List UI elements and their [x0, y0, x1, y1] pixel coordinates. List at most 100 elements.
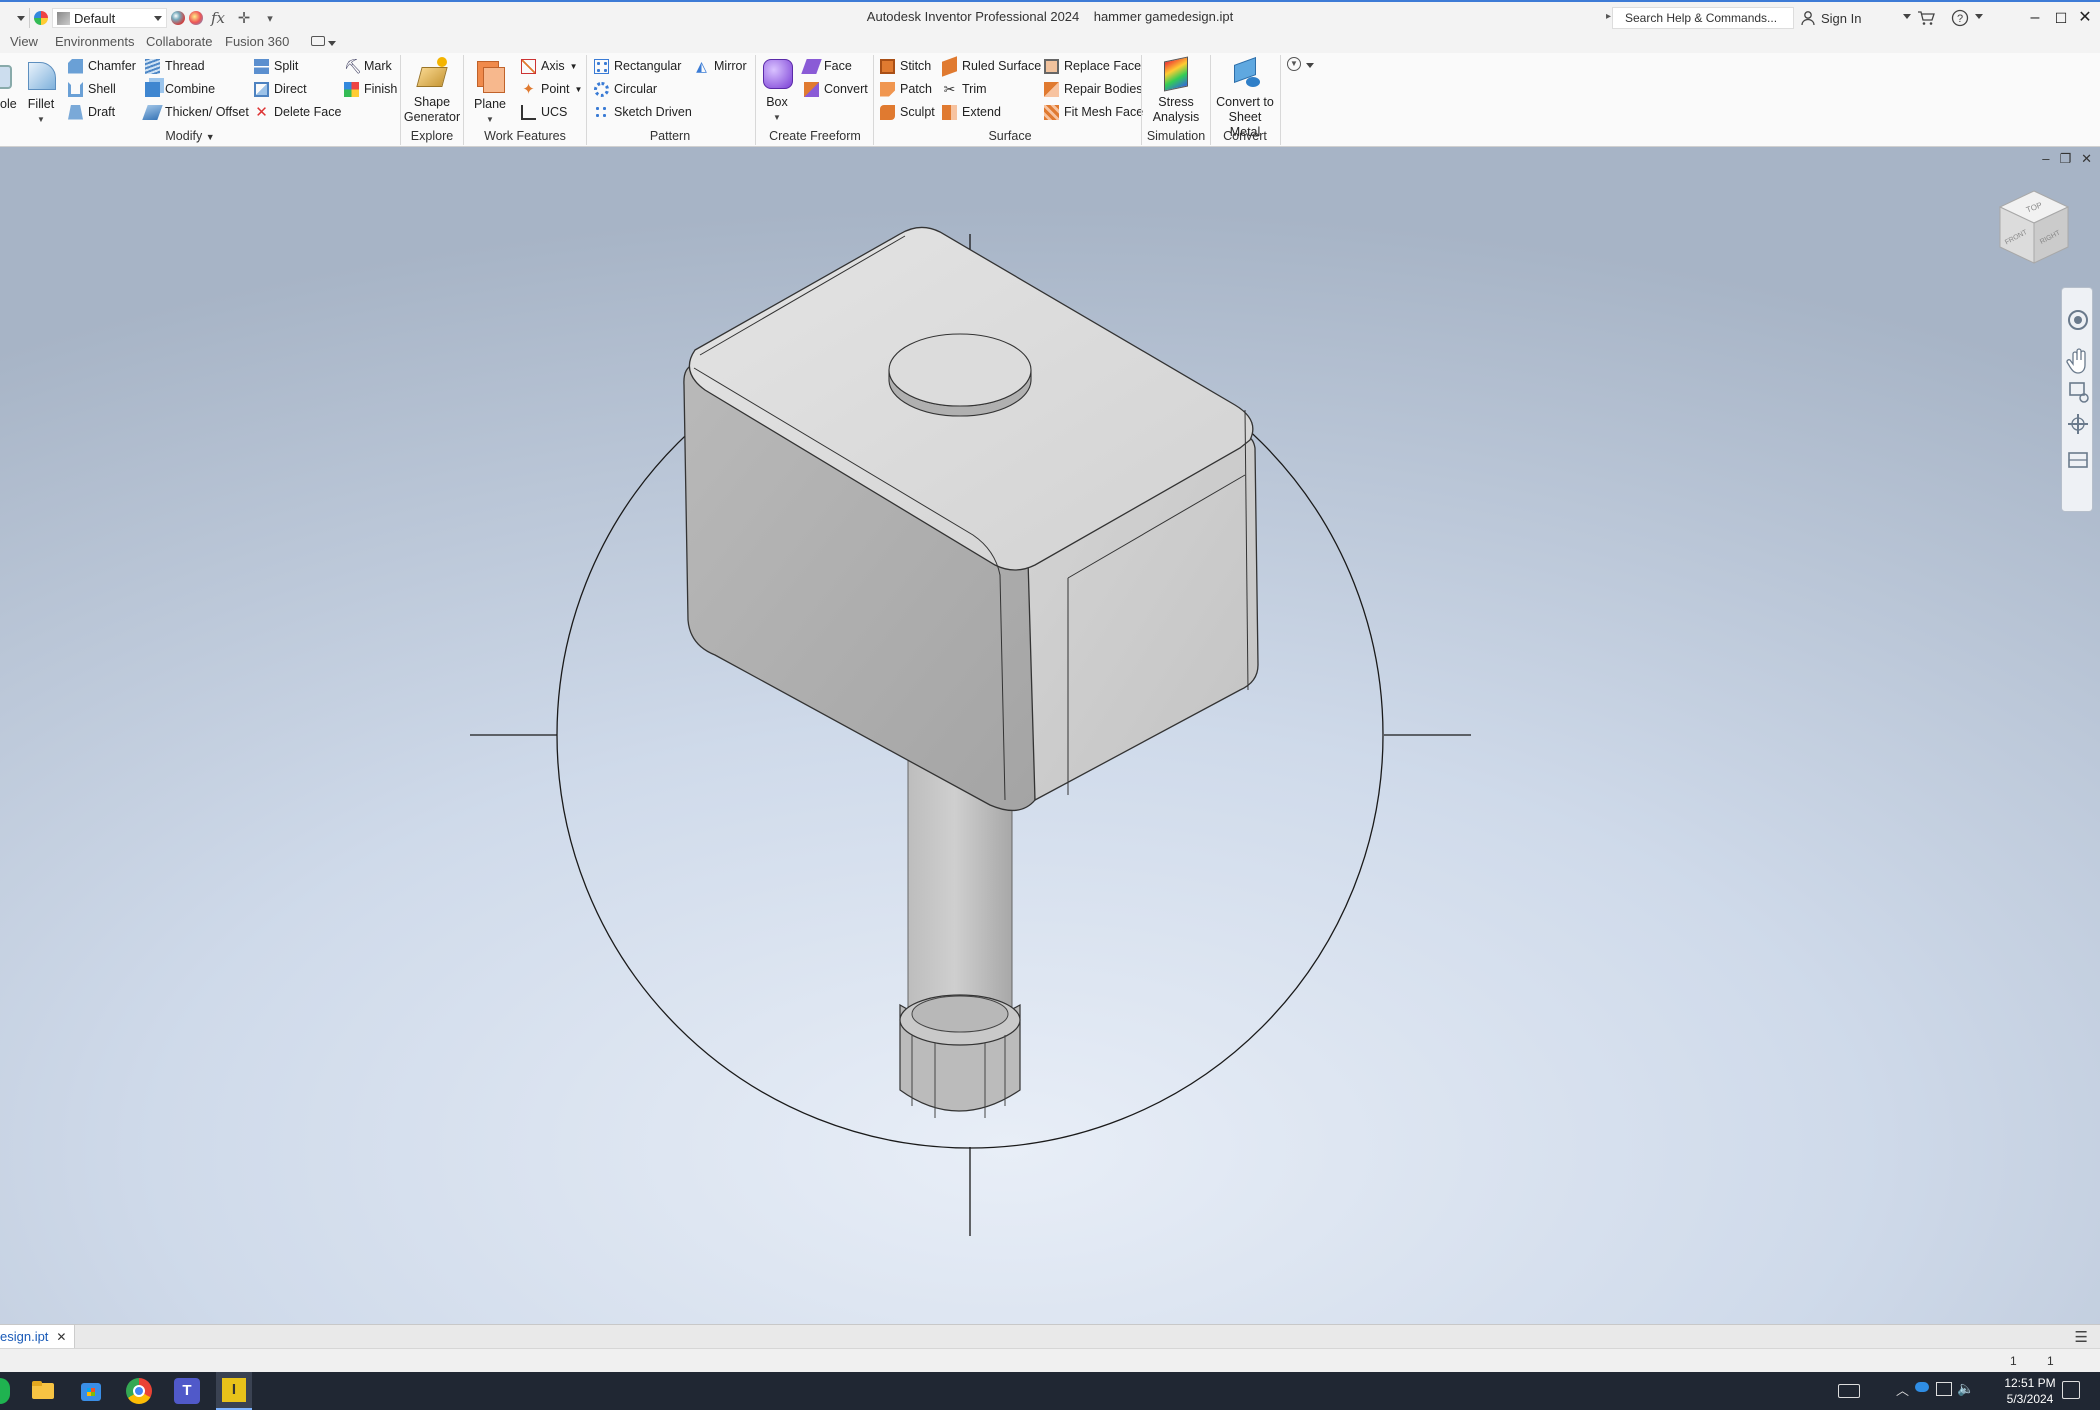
- customize-qat-icon[interactable]: ▾: [259, 12, 281, 25]
- chevron-down-icon: [154, 15, 162, 21]
- stress-analysis-button[interactable]: Stress Analysis: [1144, 56, 1208, 125]
- volume-icon[interactable]: 🔈: [1957, 1380, 1974, 1397]
- plane-label: Plane: [474, 97, 506, 111]
- repair-bodies-button[interactable]: Repair Bodies: [1044, 79, 1143, 99]
- panel-divider: [873, 55, 874, 145]
- fillet-button[interactable]: Fillet ▼: [22, 59, 60, 127]
- sign-in-button[interactable]: Sign In: [1800, 8, 1861, 28]
- delete-face-icon: ✕: [255, 103, 268, 121]
- file-explorer-icon[interactable]: [30, 1378, 56, 1404]
- stress-label-2: Analysis: [1152, 110, 1200, 124]
- extend-label: Extend: [962, 105, 1001, 119]
- ribbon-options-icon[interactable]: ▼: [1287, 57, 1301, 71]
- ribbon: ole Fillet ▼ Chamfer Shell Draft Thread …: [0, 53, 2100, 147]
- thicken-offset-button[interactable]: Thicken/ Offset: [142, 102, 249, 122]
- chevron-down-icon[interactable]: [1306, 63, 1314, 68]
- stitch-label: Stitch: [900, 59, 932, 73]
- repair-bodies-label: Repair Bodies: [1064, 82, 1143, 96]
- tab-view[interactable]: View: [10, 34, 38, 49]
- extend-button[interactable]: Extend: [942, 102, 1001, 122]
- circular-pattern-label: Circular: [614, 82, 658, 96]
- tab-collaborate[interactable]: Collaborate: [146, 34, 213, 49]
- rectangular-pattern-button[interactable]: Rectangular: [594, 56, 681, 76]
- start-partial-icon[interactable]: [0, 1378, 10, 1404]
- split-button[interactable]: Split: [254, 56, 298, 76]
- finish-button[interactable]: Finish: [344, 79, 397, 99]
- plus-icon[interactable]: ✛: [233, 9, 255, 27]
- shape-generator-button[interactable]: Shape Generator: [403, 57, 461, 125]
- panel-explore: Explore: [410, 129, 454, 143]
- help-icon[interactable]: ?: [1951, 9, 1969, 27]
- chrome-icon[interactable]: [126, 1378, 152, 1404]
- box-button[interactable]: Box ▼: [758, 57, 796, 125]
- graphics-viewport[interactable]: – ❐ ✕ TOP FRONT RIGHT: [0, 147, 2100, 1324]
- point-button[interactable]: ✦ Point ▼: [521, 79, 582, 99]
- keyboard-icon[interactable]: [1838, 1384, 1860, 1398]
- chevron-down-icon[interactable]: [328, 41, 336, 46]
- face-button[interactable]: Face: [801, 56, 852, 76]
- close-icon[interactable]: ✕: [2070, 4, 2100, 32]
- ruled-surface-button[interactable]: Ruled Surface: [942, 55, 1041, 77]
- panel-work-features: Work Features: [484, 129, 566, 143]
- shape-generator-label-1: Shape: [413, 95, 451, 109]
- plane-icon: [473, 59, 507, 93]
- axis-button[interactable]: Axis ▼: [521, 56, 578, 76]
- mirror-button[interactable]: ◭ Mirror: [694, 56, 747, 76]
- combine-button[interactable]: Combine: [145, 79, 215, 99]
- panel-divider: [1210, 55, 1211, 145]
- chevron-down-icon: ▼: [574, 84, 583, 94]
- onedrive-icon[interactable]: [1915, 1382, 1929, 1392]
- qat-dropdown[interactable]: [0, 8, 30, 28]
- adjust-icon[interactable]: [171, 11, 185, 25]
- chevron-right-icon[interactable]: ▸: [1606, 11, 1611, 22]
- draft-button[interactable]: Draft: [68, 102, 115, 122]
- plane-button[interactable]: Plane ▼: [470, 59, 510, 127]
- replace-face-button[interactable]: Replace Face: [1044, 56, 1141, 76]
- circular-pattern-button[interactable]: Circular: [594, 79, 657, 99]
- chamfer-button[interactable]: Chamfer: [68, 56, 136, 76]
- mark-button[interactable]: ⛏ Mark: [344, 56, 392, 76]
- stitch-button[interactable]: Stitch: [880, 56, 931, 76]
- thread-button[interactable]: Thread: [145, 56, 205, 76]
- trim-button[interactable]: ✂ Trim: [942, 79, 987, 99]
- convert-sheet-metal-button[interactable]: Convert to Sheet Metal: [1212, 56, 1278, 140]
- partial-tool-button[interactable]: ole: [0, 59, 17, 112]
- parameters-icon[interactable]: fx: [207, 9, 229, 27]
- panel-modify[interactable]: Modify ▼: [120, 129, 260, 143]
- search-input[interactable]: Search Help & Commands...: [1612, 7, 1794, 29]
- delete-face-button[interactable]: ✕ Delete Face: [254, 102, 341, 122]
- hammer-model[interactable]: [0, 147, 2100, 1324]
- document-tab[interactable]: esign.ipt ✕: [0, 1325, 76, 1348]
- clear-appearance-icon[interactable]: [189, 11, 203, 25]
- rectangular-pattern-label: Rectangular: [614, 59, 682, 73]
- tab-environments[interactable]: Environments: [55, 34, 134, 49]
- sketch-driven-label: Sketch Driven: [614, 105, 692, 119]
- replace-face-label: Replace Face: [1064, 59, 1142, 73]
- inventor-icon: I: [222, 1378, 246, 1402]
- freeform-convert-button[interactable]: Convert: [804, 79, 868, 99]
- material-icon[interactable]: [34, 11, 48, 25]
- chevron-down-icon[interactable]: [1975, 14, 1983, 19]
- inventor-taskbar-button[interactable]: I: [216, 1372, 252, 1410]
- teams-icon[interactable]: T: [174, 1378, 200, 1404]
- appearance-select[interactable]: Default: [52, 8, 167, 28]
- panel-toggle-icon[interactable]: [311, 36, 325, 46]
- network-icon[interactable]: [1936, 1382, 1952, 1396]
- chevron-up-icon[interactable]: ︿: [1896, 1380, 1909, 1399]
- direct-button[interactable]: Direct: [254, 79, 307, 99]
- microsoft-store-icon[interactable]: [78, 1378, 104, 1404]
- sketch-driven-button[interactable]: Sketch Driven: [594, 102, 692, 122]
- sculpt-button[interactable]: Sculpt: [880, 102, 935, 122]
- cart-icon[interactable]: [1917, 9, 1935, 27]
- tab-fusion-360[interactable]: Fusion 360: [225, 34, 289, 49]
- ucs-button[interactable]: UCS: [521, 102, 567, 122]
- hamburger-menu-icon[interactable]: ☰: [2075, 1328, 2088, 1346]
- chevron-down-icon[interactable]: [1903, 14, 1911, 19]
- document-tab-label: esign.ipt: [0, 1329, 49, 1344]
- notifications-icon[interactable]: [2062, 1381, 2080, 1399]
- shell-button[interactable]: Shell: [68, 79, 116, 99]
- patch-button[interactable]: Patch: [880, 79, 932, 99]
- trim-label: Trim: [962, 82, 987, 96]
- close-tab-icon[interactable]: ✕: [56, 1330, 66, 1344]
- fit-mesh-face-button[interactable]: Fit Mesh Face: [1044, 102, 1143, 122]
